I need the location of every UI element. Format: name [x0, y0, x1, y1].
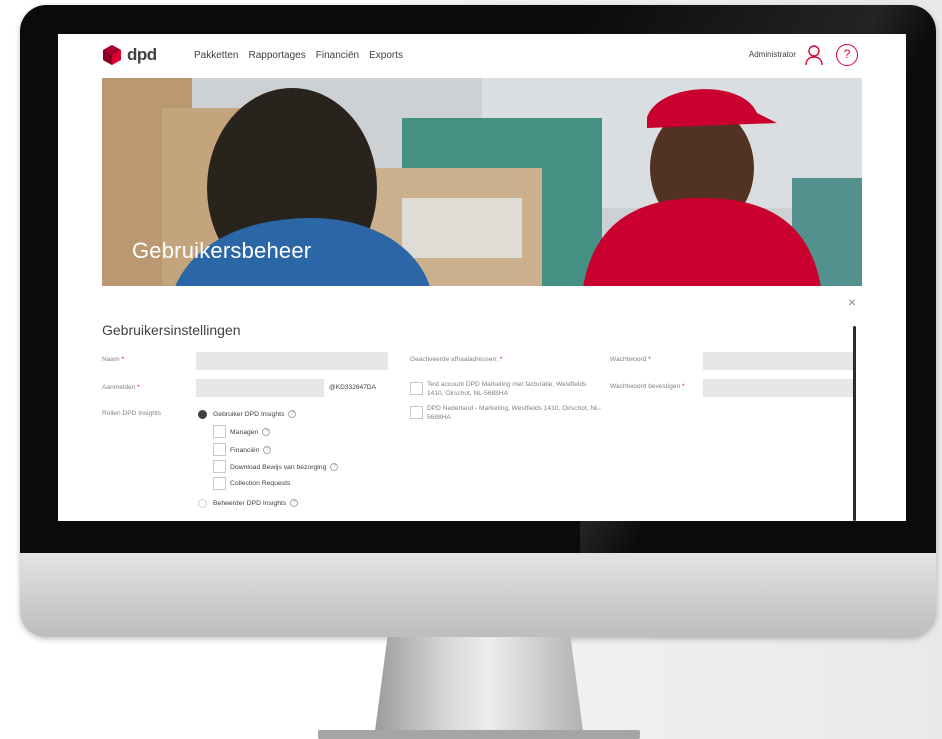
wachtwoord-input[interactable] [703, 352, 853, 370]
aanmelden-input[interactable] [196, 379, 324, 397]
monitor-stand-base [318, 730, 640, 739]
dpd-cube-icon [103, 45, 121, 65]
panel-scrollbar[interactable] [853, 326, 856, 521]
user-settings-panel: × Gebruikersinstellingen Naam * Aanmelde… [58, 286, 906, 521]
user-icon[interactable] [804, 44, 824, 66]
checkbox-financien[interactable] [213, 443, 226, 456]
nav-item-pakketten[interactable]: Pakketten [194, 50, 238, 61]
top-navigation: dpd Pakketten Rapportages Financiën Expo… [58, 34, 906, 78]
radio-beheerder-label: Beheerder DPD Insights? [213, 499, 299, 507]
help-icon[interactable]: ? [836, 44, 858, 66]
monitor-chin [20, 553, 936, 637]
checkbox-financien-label: Financiën? [230, 446, 272, 454]
address-checkbox-2[interactable] [410, 406, 423, 419]
stage: dpd Pakketten Rapportages Financiën Expo… [0, 0, 942, 739]
naam-label: Naam * [102, 356, 125, 363]
wachtwoord-confirm-input[interactable] [703, 379, 853, 397]
checkbox-download-bewijs[interactable] [213, 460, 226, 473]
page-title: Gebruikersbeheer [132, 238, 312, 263]
info-icon[interactable]: ? [262, 428, 271, 436]
address-option-1: Test account DPD Marketing met facturati… [427, 381, 587, 397]
brand-name: dpd [127, 45, 157, 64]
nav-item-financien[interactable]: Financiën [316, 50, 359, 61]
info-icon[interactable]: ? [330, 463, 339, 471]
close-icon[interactable]: × [848, 294, 856, 310]
hero-banner: Gebruikersbeheer [102, 78, 862, 294]
info-icon[interactable]: ? [288, 410, 297, 418]
addresses-label: Geactiveerde afhaaladressen: * [410, 356, 503, 363]
app-screen: dpd Pakketten Rapportages Financiën Expo… [58, 34, 906, 521]
wachtwoord-confirm-label: Wachtwoord bevestigen * [610, 383, 685, 390]
info-icon[interactable]: ? [263, 446, 272, 454]
radio-beheerder[interactable] [198, 499, 207, 508]
checkbox-download-bewijs-label: Download Bewijs van bezorging? [230, 463, 339, 471]
rollen-label: Rollen DPD Insights [102, 410, 162, 417]
checkbox-managen-label: Managen? [230, 428, 271, 436]
checkbox-collection-requests-label: Collection Requests [230, 480, 291, 487]
account-label[interactable]: Administrator [749, 50, 796, 59]
checkbox-managen[interactable] [213, 425, 226, 438]
address-option-2: DPD Nederland - Marketing, Westfields 14… [427, 405, 601, 421]
naam-input[interactable] [196, 352, 388, 370]
monitor-stand-neck [375, 637, 583, 731]
nav-item-rapportages[interactable]: Rapportages [248, 50, 305, 61]
radio-gebruiker[interactable] [198, 410, 207, 419]
main-nav: Pakketten Rapportages Financiën Exports [194, 50, 413, 61]
dpd-logo[interactable]: dpd [102, 44, 157, 66]
wachtwoord-label: Wachtwoord * [610, 356, 651, 363]
info-icon[interactable]: ? [290, 499, 299, 507]
login-suffix: @KD332647DA [329, 384, 377, 391]
address-checkbox-1[interactable] [410, 382, 423, 395]
nav-item-exports[interactable]: Exports [369, 50, 403, 61]
aanmelden-label: Aanmelden * [102, 384, 140, 391]
section-title: Gebruikersinstellingen [102, 322, 241, 338]
checkbox-collection-requests[interactable] [213, 477, 226, 490]
radio-gebruiker-label: Gebruiker DPD Insights? [213, 410, 297, 418]
